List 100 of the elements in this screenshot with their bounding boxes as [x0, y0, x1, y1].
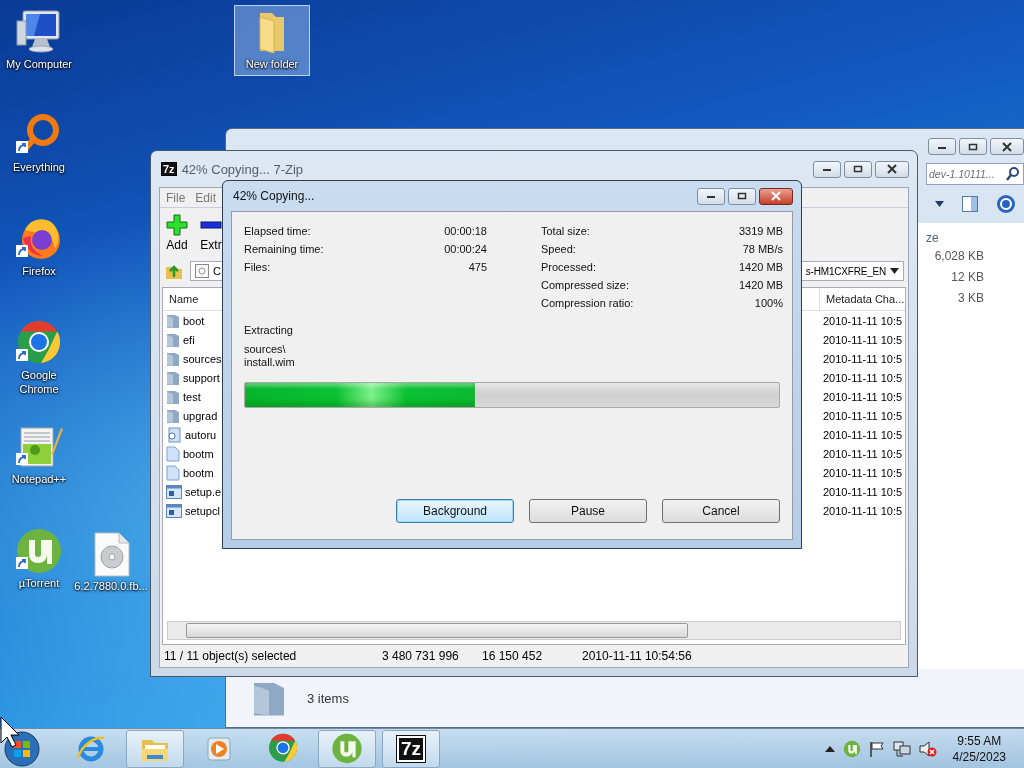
toolbar-button[interactable]: Add [166, 214, 188, 258]
close-icon [1001, 141, 1013, 152]
desktop-icon[interactable]: My Computer [1, 5, 77, 76]
close-icon [886, 164, 898, 174]
file-size: 3 KB [958, 291, 984, 305]
torrent-logo-icon [331, 733, 363, 764]
file-name: upgrad [183, 409, 218, 422]
item-count: 3 items [307, 690, 349, 706]
flag-icon[interactable] [868, 740, 885, 757]
desktop-icon[interactable]: New folder [234, 5, 310, 76]
speaker-muted-icon[interactable] [918, 740, 937, 757]
file-icon [166, 464, 180, 481]
window-file-icon [166, 503, 182, 518]
dialog-button[interactable]: Pause [529, 499, 647, 523]
dialog-title: 42% Copying... [233, 189, 316, 203]
close-button[interactable] [759, 187, 793, 205]
status-text: 16 150 452 [481, 649, 544, 663]
search-field[interactable]: dev-1.10111... [926, 163, 1024, 185]
dialog-button[interactable]: Background [396, 499, 514, 523]
taskbar-button[interactable] [126, 729, 184, 768]
status-text: 2010-11-11 10:54:56 [581, 649, 693, 663]
minimize-button[interactable] [697, 187, 725, 205]
date-cell-text: 2010-11-11 10:5 [822, 447, 904, 460]
maximize-icon [968, 142, 978, 151]
dropdown-arrow-icon[interactable] [890, 268, 899, 274]
settings-file-icon [166, 426, 182, 443]
maximize-icon [737, 192, 747, 200]
stat-label: Total size: [541, 224, 591, 238]
desktop-icon[interactable]: Google Chrome [1, 316, 77, 401]
file-name: autoru [185, 428, 217, 441]
minimize-button[interactable] [813, 160, 841, 178]
play-icon [205, 734, 233, 763]
show-hidden-icons-icon[interactable] [824, 745, 835, 752]
stat-value: 100% [753, 296, 783, 310]
maximize-button[interactable] [728, 187, 756, 205]
clock-time[interactable]: 9:55 AM [957, 732, 1002, 749]
close-icon [770, 191, 782, 201]
taskbar-button[interactable]: 7z [382, 729, 440, 768]
stat-label: Files: [244, 260, 272, 274]
stat-value: 00:00:24 [444, 242, 487, 256]
file-name: sources [183, 352, 222, 365]
stat-label: Speed: [541, 242, 577, 256]
window-file-icon [166, 484, 182, 499]
folder-icon [166, 331, 180, 348]
date-cell-text: 2010-11-11 10:5 [822, 390, 904, 403]
minimize-icon [706, 193, 716, 199]
file-name: setup.e [185, 485, 222, 498]
horizontal-scrollbar[interactable] [167, 621, 901, 640]
column-header[interactable]: Metadata Cha... [820, 293, 905, 305]
stat-value: 1420 MB [738, 278, 783, 292]
maximize-button[interactable] [844, 160, 872, 178]
folder-icon [166, 388, 180, 405]
stat-label: Compressed size: [541, 278, 631, 292]
date-cell-text: 2010-11-11 10:5 [822, 485, 904, 498]
menu-item[interactable]: Edit [195, 190, 217, 205]
menu-item[interactable]: File [166, 190, 186, 205]
stat-value: 475 [467, 260, 487, 274]
stat-value: 3319 MB [738, 224, 783, 238]
status-text: 3 480 731 996 [381, 649, 460, 663]
minimize-button[interactable] [928, 138, 956, 155]
folder-icon [166, 407, 180, 424]
dropdown-arrow-icon[interactable] [935, 201, 944, 207]
status-text: 11 / 11 object(s) selected [163, 649, 298, 663]
maximize-button[interactable] [959, 138, 987, 155]
stat-value: 1420 MB [738, 260, 783, 274]
segmented-circle-icon [267, 733, 299, 764]
file-path: install.wim [244, 356, 296, 369]
clock-date[interactable]: 4/25/2023 [952, 748, 1006, 765]
file-size: 12 KB [951, 270, 984, 284]
desktop-icon[interactable]: Firefox [1, 212, 77, 283]
stat-label: Elapsed time: [244, 224, 312, 238]
app-logo: 7z [396, 735, 426, 762]
stat-value: 00:00:18 [444, 224, 487, 238]
monitor-icon [15, 9, 63, 55]
dialog-button[interactable]: Cancel [662, 499, 780, 523]
network-icon[interactable] [892, 740, 911, 757]
close-button[interactable] [875, 160, 909, 178]
stat-value: 78 MB/s [741, 242, 783, 256]
desktop-icon[interactable]: Everything [1, 108, 77, 179]
date-cell-text: 2010-11-11 10:5 [822, 504, 904, 517]
mouse-cursor-icon [0, 716, 20, 748]
file-icon [166, 445, 180, 462]
close-button[interactable] [990, 138, 1024, 155]
folder-icon [166, 350, 180, 367]
operation-label: Extracting [244, 324, 294, 336]
date-cell-text: 2010-11-11 10:5 [822, 352, 904, 365]
folder-icon [166, 369, 180, 386]
preview-pane-icon[interactable] [962, 196, 978, 212]
date-cell-text: 2010-11-11 10:5 [822, 466, 904, 479]
toolbar-button[interactable]: Extr [200, 214, 222, 258]
window-title: 42% Copying... 7-Zip [181, 161, 305, 177]
app-logo: 7z [161, 162, 177, 176]
date-cell-text: 2010-11-11 10:5 [822, 428, 904, 441]
file-name: bootm [183, 447, 214, 460]
folder-icon [166, 312, 180, 329]
segmented-circle-icon [15, 320, 63, 366]
help-icon[interactable] [996, 194, 1016, 214]
torrent-logo-icon [15, 528, 63, 574]
column-header[interactable]: ze [926, 231, 939, 245]
stat-label: Compression ratio: [541, 296, 635, 310]
